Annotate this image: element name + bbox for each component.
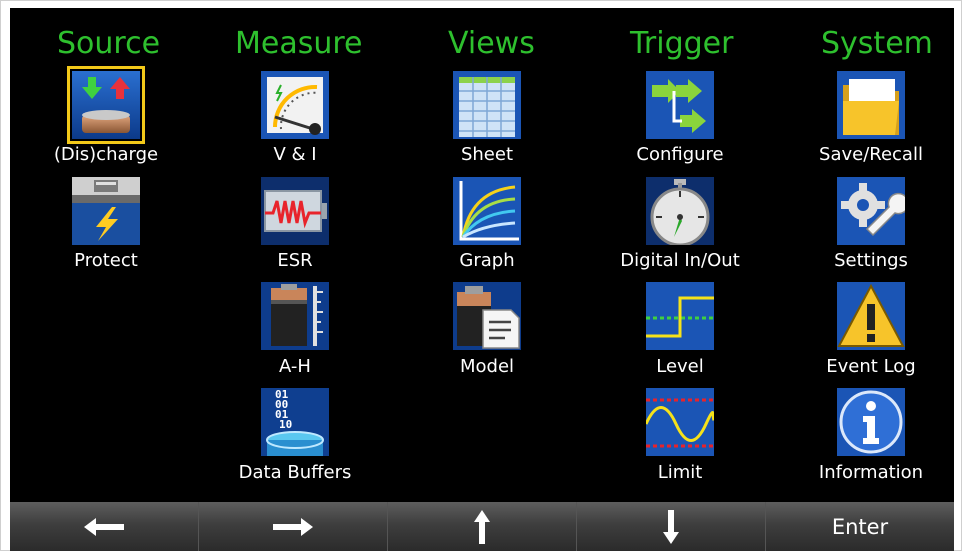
label-configure: Configure: [636, 144, 724, 165]
save-recall-icon[interactable]: [837, 71, 905, 139]
protect-icon[interactable]: [72, 177, 140, 245]
label-settings: Settings: [834, 250, 908, 271]
label-model: Model: [459, 356, 515, 377]
right-button[interactable]: [199, 502, 388, 551]
header-measure: Measure: [235, 26, 363, 61]
label-sheet: Sheet: [460, 144, 514, 165]
label-protect: Protect: [74, 250, 138, 271]
soft-key-bar: Enter: [10, 502, 954, 551]
configure-icon[interactable]: [646, 71, 714, 139]
main-menu-screen: Source Measure Views Trigger System (Dis…: [10, 8, 954, 502]
header-system: System: [821, 26, 933, 61]
arrow-right-icon: [273, 517, 313, 536]
label-level: Level: [656, 356, 704, 377]
label-esr: ESR: [277, 250, 313, 271]
label-save-recall: Save/Recall: [819, 144, 923, 165]
label-ah: A-H: [279, 356, 311, 377]
esr-icon[interactable]: [261, 177, 329, 245]
sheet-icon[interactable]: [453, 71, 521, 139]
data-buffers-icon[interactable]: 01 00 01 10: [261, 388, 329, 456]
arrow-up-icon: [474, 509, 490, 544]
level-icon[interactable]: [646, 282, 714, 350]
arrow-down-icon: [663, 509, 679, 544]
header-views: Views: [448, 26, 535, 61]
vi-icon[interactable]: [261, 71, 329, 139]
label-graph: Graph: [459, 250, 515, 271]
model-icon[interactable]: [453, 282, 521, 350]
header-trigger: Trigger: [630, 26, 734, 61]
label-event-log: Event Log: [826, 356, 916, 377]
digital-io-icon[interactable]: [646, 177, 714, 245]
label-digital-io: Digital In/Out: [620, 250, 740, 271]
enter-button[interactable]: Enter: [766, 502, 954, 551]
amp-hour-icon[interactable]: [261, 282, 329, 350]
enter-label: Enter: [831, 514, 889, 539]
information-icon[interactable]: [837, 388, 905, 456]
settings-icon[interactable]: [837, 177, 905, 245]
limit-icon[interactable]: [646, 388, 714, 456]
arrow-left-icon: [84, 517, 124, 536]
up-button[interactable]: [388, 502, 577, 551]
svg-text:10: 10: [279, 418, 292, 431]
left-button[interactable]: [10, 502, 199, 551]
graph-icon[interactable]: [453, 177, 521, 245]
down-button[interactable]: [577, 502, 766, 551]
label-discharge: (Dis)charge: [53, 144, 159, 165]
header-source: Source: [57, 26, 161, 61]
discharge-icon[interactable]: [67, 66, 145, 144]
label-information: Information: [818, 462, 924, 483]
event-log-icon[interactable]: [837, 282, 905, 350]
label-limit: Limit: [657, 462, 703, 483]
label-data-buffers: Data Buffers: [238, 462, 352, 483]
label-vi: V & I: [273, 144, 317, 165]
